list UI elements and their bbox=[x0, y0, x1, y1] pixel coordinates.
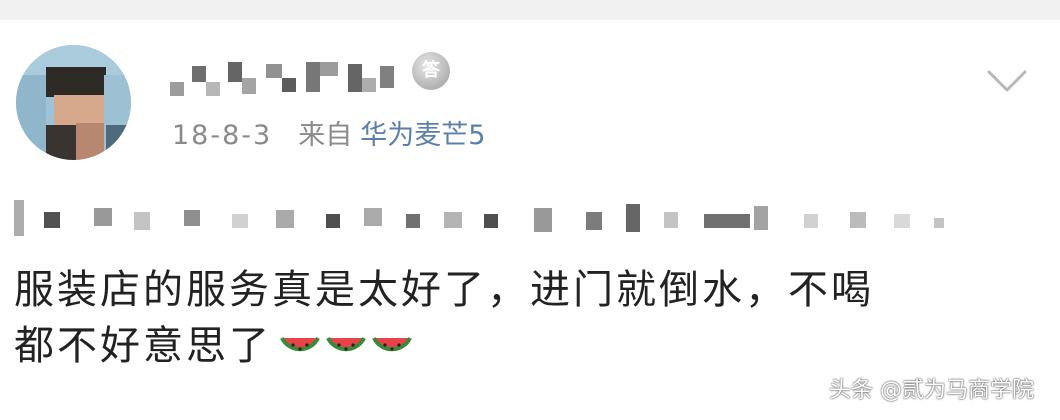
avatar-pixel bbox=[46, 67, 106, 97]
text-pixel bbox=[534, 208, 552, 232]
watermelon-emoji bbox=[372, 337, 412, 352]
text-pixel bbox=[232, 214, 248, 228]
watermelon-emoji-group bbox=[278, 320, 416, 376]
text-pixel bbox=[276, 210, 294, 228]
text-pixel bbox=[184, 210, 200, 226]
post-body-line-2: 都不好意思了 bbox=[14, 318, 1034, 376]
username-pixel bbox=[170, 82, 184, 96]
username-pixel bbox=[306, 62, 320, 92]
avatar-pixel bbox=[54, 95, 104, 125]
from-label: 来自 bbox=[298, 120, 353, 151]
text-pixel bbox=[484, 214, 498, 228]
text-pixel bbox=[850, 212, 866, 228]
avatar-pixel bbox=[46, 125, 76, 160]
pixelated-text-line bbox=[14, 194, 944, 244]
post-date: 18-8-3 bbox=[172, 120, 273, 151]
watermelon-emoji bbox=[326, 337, 366, 352]
watermark: 头条 @贰为马商学院 bbox=[829, 378, 1034, 403]
text-pixel bbox=[704, 214, 750, 228]
user-avatar[interactable] bbox=[16, 45, 131, 160]
text-pixel bbox=[326, 214, 340, 228]
text-pixel bbox=[44, 212, 60, 228]
username-pixel bbox=[206, 82, 220, 96]
watermelon-emoji bbox=[280, 337, 320, 352]
post-meta: 18-8-3 来自 华为麦芒5 bbox=[172, 116, 485, 156]
username-pixel bbox=[348, 64, 362, 92]
username-pixel bbox=[242, 78, 256, 94]
avatar-pixel bbox=[16, 75, 46, 160]
avatar-pixel bbox=[76, 123, 106, 160]
post-body-line-1: 服装店的服务真是太好了，进门就倒水，不喝 bbox=[14, 267, 874, 313]
text-pixel bbox=[94, 208, 112, 226]
text-pixel bbox=[444, 212, 462, 228]
username-pixel bbox=[282, 78, 296, 92]
username-pixel bbox=[228, 62, 242, 82]
text-pixel bbox=[364, 208, 382, 226]
post-body: 服装店的服务真是太好了，进门就倒水，不喝 都不好意思了 bbox=[14, 262, 1034, 376]
username-pixel bbox=[192, 66, 206, 82]
text-pixel bbox=[406, 214, 420, 228]
text-pixel bbox=[664, 212, 678, 228]
username-pixel bbox=[362, 78, 376, 92]
username-pixelated[interactable] bbox=[170, 52, 405, 100]
text-pixel bbox=[804, 214, 818, 228]
chevron-down-icon[interactable] bbox=[985, 58, 1029, 102]
username-pixel bbox=[266, 64, 282, 78]
top-bar bbox=[0, 0, 1060, 20]
username-pixel bbox=[320, 62, 338, 76]
text-pixel bbox=[894, 214, 910, 228]
username-pixel bbox=[380, 66, 394, 88]
text-pixel bbox=[586, 212, 602, 230]
post-body-line-2-text: 都不好意思了 bbox=[14, 323, 272, 369]
text-pixel bbox=[14, 200, 24, 236]
text-pixel bbox=[626, 204, 640, 232]
text-pixel bbox=[134, 212, 150, 230]
text-pixel bbox=[934, 218, 944, 228]
answer-badge-icon: 答 bbox=[412, 52, 450, 90]
avatar-pixel bbox=[106, 125, 131, 160]
text-pixel bbox=[754, 206, 768, 230]
device-link[interactable]: 华为麦芒5 bbox=[360, 120, 485, 151]
